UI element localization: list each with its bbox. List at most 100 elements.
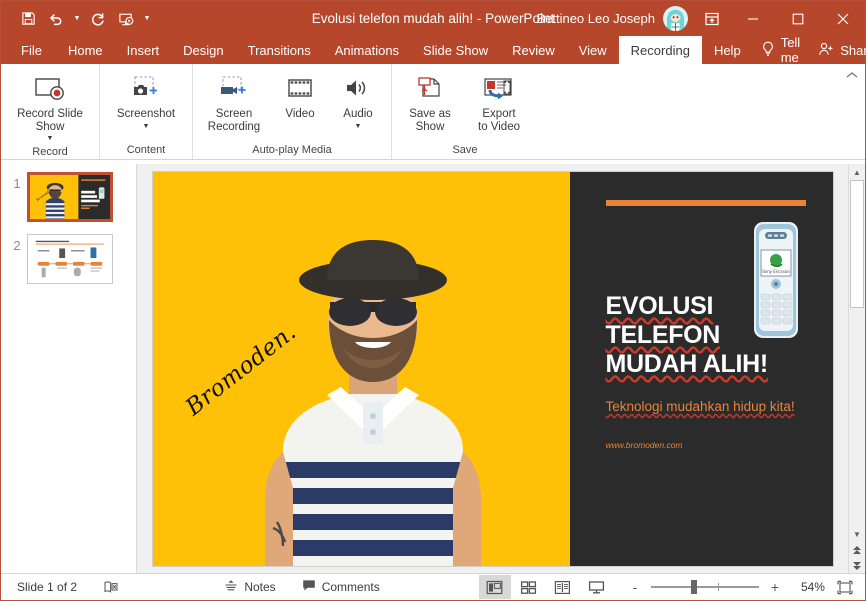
status-bar: Slide 1 of 2 Notes Comments - + 54% <box>1 573 865 600</box>
redo-icon[interactable] <box>85 7 111 31</box>
proofing-language-icon[interactable] <box>97 578 125 596</box>
save-as-show-icon <box>414 71 446 105</box>
record-slide-show-label-line2: Show <box>35 120 65 133</box>
fit-to-window-button[interactable] <box>833 577 857 597</box>
tab-transitions[interactable]: Transitions <box>236 36 323 64</box>
status-center: Notes Comments <box>218 577 385 597</box>
slide-title-panel[interactable]: Sony Ericsson EVOLUSI TELEFON MUDAH ALIH… <box>569 172 833 566</box>
list-item[interactable]: 1 Bromoden. <box>1 172 136 222</box>
svg-text:Sony Ericsson: Sony Ericsson <box>762 269 790 274</box>
export-to-video-button[interactable]: Export to Video <box>464 68 534 133</box>
reading-view-button[interactable] <box>547 575 579 599</box>
avatar[interactable] <box>663 6 688 31</box>
save-group-items: Save as Show Export to Video <box>392 68 538 141</box>
slide-title-text[interactable]: EVOLUSI TELEFON MUDAH ALIH! <box>606 292 816 379</box>
video-button[interactable]: Video <box>271 68 329 121</box>
record-group-label: Record <box>32 146 68 158</box>
zoom-in-button[interactable]: + <box>767 578 783 596</box>
close-button[interactable] <box>820 1 865 36</box>
tab-file[interactable]: File <box>7 36 56 64</box>
record-slide-show-icon <box>33 71 67 105</box>
tab-animations[interactable]: Animations <box>323 36 411 64</box>
tab-slide-show[interactable]: Slide Show <box>411 36 500 64</box>
tell-me-label: Tell me <box>780 35 801 65</box>
undo-dropdown-icon[interactable]: ▼ <box>71 7 83 31</box>
zoom-slider[interactable] <box>650 578 759 596</box>
zoom-out-button[interactable]: - <box>627 578 643 596</box>
title-line-2: TELEFON <box>605 321 721 349</box>
slide-photo-panel[interactable]: Bromoden. <box>152 172 570 566</box>
scrollbar-bottom-buttons: ▼ <box>849 526 865 574</box>
screen-recording-button[interactable]: Screen Recording <box>197 68 271 133</box>
zoom-slider-knob[interactable] <box>690 580 697 594</box>
export-to-video-label-line1: Export <box>482 108 516 120</box>
list-item[interactable]: 2 <box>1 234 136 284</box>
zoom-slider-midpoint <box>717 583 719 591</box>
next-slide-button[interactable] <box>849 558 865 574</box>
zoom-percentage[interactable]: 54% <box>791 580 825 594</box>
slide-url-text[interactable]: www.bromoden.com <box>606 440 683 450</box>
scrollbar-thumb[interactable] <box>850 180 864 308</box>
scrollbar-track[interactable] <box>849 180 865 526</box>
comments-label: Comments <box>321 580 380 594</box>
tell-me-button[interactable]: Tell me <box>753 35 809 65</box>
tab-insert[interactable]: Insert <box>115 36 172 64</box>
maximize-button[interactable] <box>775 1 820 36</box>
share-person-icon <box>818 41 834 60</box>
orange-accent-rule <box>605 200 806 206</box>
tab-home[interactable]: Home <box>56 36 115 64</box>
slide-thumbnail-1[interactable]: Bromoden. <box>27 172 113 222</box>
undo-icon[interactable] <box>43 7 69 31</box>
notes-button[interactable]: Notes <box>218 577 281 597</box>
collapse-ribbon-icon[interactable] <box>845 70 859 83</box>
record-slide-show-dropdown-icon[interactable]: ▼ <box>47 134 54 143</box>
comments-button[interactable]: Comments <box>296 577 386 597</box>
share-button[interactable]: Share <box>810 36 866 64</box>
tab-view[interactable]: View <box>567 36 619 64</box>
audio-button[interactable]: Audio ▼ <box>329 68 387 131</box>
content-group-items: Screenshot ▼ <box>100 68 192 141</box>
share-label: Share <box>840 42 866 58</box>
screenshot-button[interactable]: Screenshot ▼ <box>104 68 188 131</box>
slide-canvas-area[interactable]: Bromoden. Sony Ericsson EVOLUSI TELEFON … <box>137 164 848 574</box>
screenshot-dropdown-icon[interactable]: ▼ <box>143 122 150 131</box>
audio-label: Audio <box>343 108 373 120</box>
previous-slide-button[interactable] <box>849 542 865 558</box>
slide-show-view-button[interactable] <box>581 575 613 599</box>
ribbon-display-options-icon[interactable] <box>694 4 730 34</box>
slide-thumbnail-2[interactable] <box>27 234 113 284</box>
scroll-up-button[interactable]: ▲ <box>849 164 865 180</box>
slide-thumbnail-pane[interactable]: 1 Bromoden. 2 <box>1 164 137 574</box>
audio-dropdown-icon[interactable]: ▼ <box>355 122 362 131</box>
record-slide-show-button[interactable]: Record Slide Show ▼ <box>5 68 95 143</box>
video-label: Video <box>285 108 315 120</box>
ribbon-group-save: Save as Show Export to Video Save <box>391 64 538 159</box>
tab-review[interactable]: Review <box>500 36 567 64</box>
zoom-slider-track <box>650 586 759 588</box>
zoom-control[interactable]: - + 54% <box>627 578 825 596</box>
comment-bubble-icon <box>302 579 316 595</box>
scroll-down-button[interactable]: ▼ <box>849 526 865 542</box>
customize-qat-icon[interactable]: ▼ <box>141 7 153 31</box>
account-button[interactable]: Bettineo Leo Joseph <box>530 5 694 32</box>
save-icon[interactable] <box>15 7 41 31</box>
save-as-show-button[interactable]: Save as Show <box>396 68 464 133</box>
slide-sorter-view-button[interactable] <box>513 575 545 599</box>
slide-surface[interactable]: Bromoden. Sony Ericsson EVOLUSI TELEFON … <box>152 172 833 566</box>
slide-counter[interactable]: Slide 1 of 2 <box>11 578 83 596</box>
tabs-right-actions: Tell me Share <box>753 35 866 65</box>
tab-recording[interactable]: Recording <box>618 36 702 64</box>
tab-help[interactable]: Help <box>702 36 753 64</box>
normal-view-button[interactable] <box>478 575 511 599</box>
tab-design[interactable]: Design <box>171 36 235 64</box>
slide-subtitle-text[interactable]: Teknologi mudahkan hidup kita! <box>606 397 806 416</box>
export-to-video-label-line2: to Video <box>478 120 520 133</box>
powerpoint-window: ▼ ▼ Evolusi telefon mudah alih! - PowerP… <box>0 0 866 601</box>
minimize-button[interactable] <box>730 1 775 36</box>
title-line-1: EVOLUSI <box>605 292 714 320</box>
vertical-scrollbar[interactable]: ▲ ▼ <box>848 164 865 574</box>
notes-icon <box>224 579 238 595</box>
start-presentation-icon[interactable] <box>113 7 139 31</box>
account-name: Bettineo Leo Joseph <box>536 11 655 26</box>
screenshot-icon <box>129 71 163 105</box>
